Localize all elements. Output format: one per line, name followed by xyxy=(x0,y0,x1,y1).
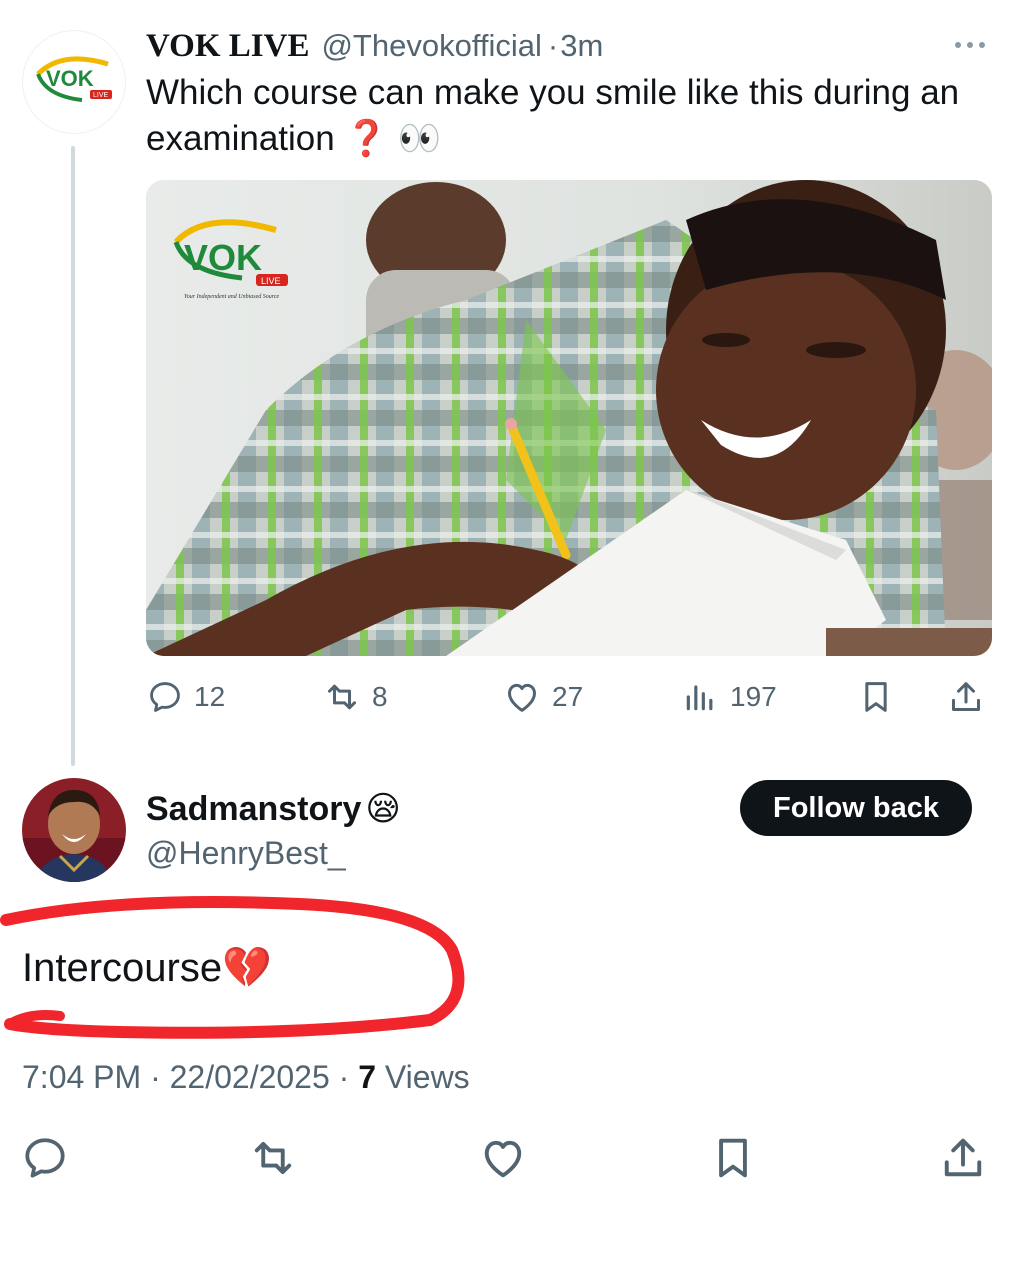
svg-text:VOK: VOK xyxy=(184,237,262,278)
reply-repost-button[interactable] xyxy=(241,1126,305,1190)
meta-separator-2: · xyxy=(338,1059,350,1095)
bookmark-icon xyxy=(719,1138,747,1178)
tweet-timestamp[interactable]: 3m xyxy=(560,28,603,64)
reply-author-name[interactable]: Sadmanstory 😪 xyxy=(146,786,401,832)
author-handle[interactable]: @Thevokofficial xyxy=(321,28,541,64)
share-icon xyxy=(944,1138,982,1177)
reply-text: Intercourse 💔 xyxy=(22,940,272,996)
repost-count: 8 xyxy=(372,681,388,712)
reply-reply-button[interactable] xyxy=(13,1126,77,1190)
reply-icon xyxy=(150,682,180,712)
reply-metadata: 7:04 PM · 22/02/2025 · 7 Views xyxy=(22,1056,470,1098)
header-separator: · xyxy=(547,28,559,63)
avatar-photo xyxy=(22,778,126,882)
tweet-header: VOK LIVE @Thevokofficial · 3m xyxy=(146,24,603,68)
reply-author-handle[interactable]: @HenryBest_ xyxy=(146,832,346,874)
tweet-text-emoji: ❓ 👀 xyxy=(344,119,442,158)
tweet-media-image[interactable]: VOK LIVE Your Independent and Unbiased S… xyxy=(146,180,992,656)
reply-action-bar xyxy=(0,1126,1013,1190)
vok-logo-icon: VOK LIVE xyxy=(36,56,112,102)
views-button[interactable]: 197 xyxy=(680,668,777,726)
reply-views-count: 7 xyxy=(358,1059,376,1095)
repost-button[interactable]: 8 xyxy=(322,668,388,726)
like-count: 27 xyxy=(552,681,584,712)
student-photo: VOK LIVE Your Independent and Unbiased S… xyxy=(146,180,992,656)
meta-separator-1: · xyxy=(150,1059,161,1095)
tweet-text: Which course can make you smile like thi… xyxy=(146,70,996,162)
reply-views-label: Views xyxy=(384,1059,470,1095)
reply-button[interactable]: 12 xyxy=(146,668,225,726)
share-button[interactable] xyxy=(946,668,986,726)
tweet-text-body: Which course can make you smile like thi… xyxy=(146,73,960,158)
author-display-name[interactable]: VOK LIVE xyxy=(146,28,309,65)
more-icon[interactable] xyxy=(950,38,990,52)
reply-name-emoji: 😪 xyxy=(365,790,401,828)
like-button[interactable]: 27 xyxy=(502,668,583,726)
reply-icon xyxy=(25,1138,65,1178)
reply-share-button[interactable] xyxy=(931,1126,995,1190)
reply-text-emoji: 💔 xyxy=(222,946,272,990)
reply-display-name: Sadmanstory xyxy=(146,789,362,828)
reply-date[interactable]: 22/02/2025 xyxy=(170,1059,330,1095)
tweet-action-bar: 12 8 27 197 xyxy=(146,668,992,726)
share-icon xyxy=(952,682,980,711)
reply-author-avatar[interactable] xyxy=(22,778,126,882)
views-icon xyxy=(686,685,713,711)
follow-back-button[interactable]: Follow back xyxy=(740,780,972,836)
reply-time[interactable]: 7:04 PM xyxy=(22,1059,141,1095)
bookmark-icon xyxy=(865,682,887,712)
bookmark-button[interactable] xyxy=(856,668,896,726)
repost-icon xyxy=(328,684,356,710)
reply-like-button[interactable] xyxy=(471,1126,535,1190)
like-icon xyxy=(484,1140,522,1178)
svg-text:VOK: VOK xyxy=(46,66,94,91)
repost-icon xyxy=(254,1141,292,1175)
like-icon xyxy=(508,683,536,712)
svg-text:LIVE: LIVE xyxy=(261,276,281,286)
vok-avatar[interactable]: VOK LIVE xyxy=(22,30,126,134)
reply-bookmark-button[interactable] xyxy=(701,1126,765,1190)
views-count: 197 xyxy=(730,681,777,712)
svg-text:LIVE: LIVE xyxy=(93,92,109,99)
reply-count: 12 xyxy=(194,681,226,712)
thread-connector-line xyxy=(71,146,75,766)
svg-text:Your Independent and Unbiased: Your Independent and Unbiased Source xyxy=(184,294,280,300)
reply-text-body: Intercourse xyxy=(22,946,223,990)
